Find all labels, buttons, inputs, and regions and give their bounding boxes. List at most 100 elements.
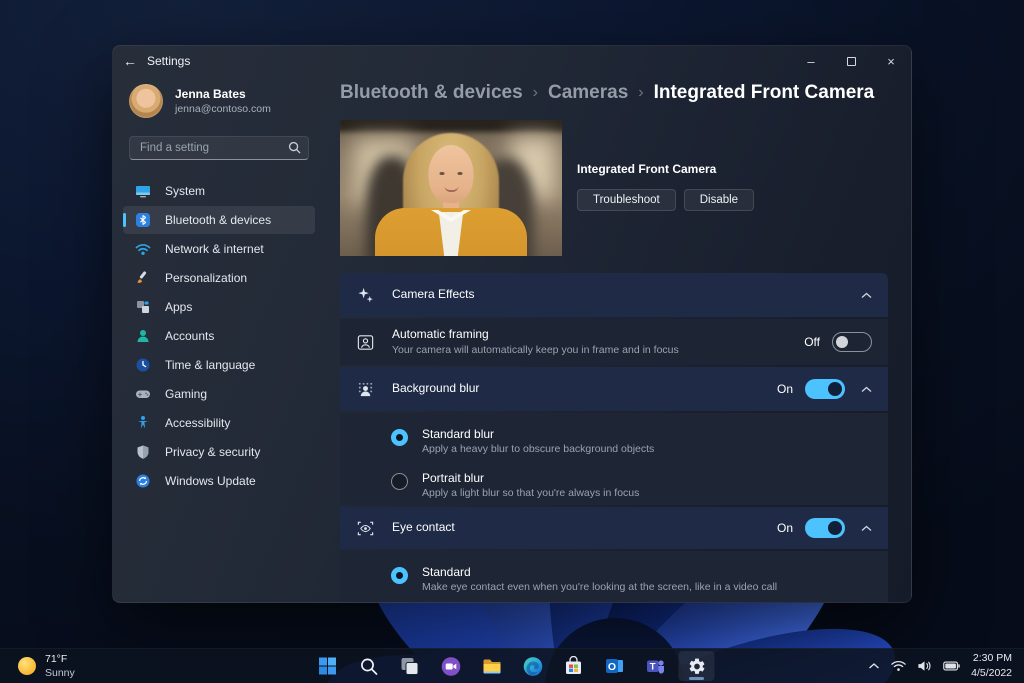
chevron-up-icon[interactable] [861, 386, 872, 393]
sidebar-item-label: Apps [165, 300, 192, 314]
settings-app-button[interactable] [679, 651, 715, 681]
eye-contact-standard-option[interactable]: Standard Make eye contact even when you'… [391, 564, 872, 595]
portrait-blur-option[interactable]: Portrait blur Apply a light blur so that… [391, 470, 872, 501]
page-title: Integrated Front Camera [654, 82, 875, 104]
chevron-up-icon[interactable] [861, 525, 872, 532]
sun-icon [18, 657, 36, 675]
windows-update-icon [135, 473, 151, 489]
file-explorer-button[interactable] [474, 651, 510, 681]
search-input[interactable] [129, 136, 309, 160]
portrait-blur-title: Portrait blur [422, 470, 639, 487]
file-explorer-icon [481, 656, 502, 677]
sidebar-item-system[interactable]: System [123, 177, 315, 205]
privacy-icon [135, 444, 151, 460]
minimize-button[interactable]: – [791, 46, 831, 76]
taskbar-clock[interactable]: 2:30 PM 4/5/2022 [971, 651, 1012, 680]
sidebar-item-windows-update[interactable]: Windows Update [123, 467, 315, 495]
battery-icon[interactable] [943, 661, 960, 671]
chevron-up-icon[interactable] [861, 292, 872, 299]
settings-window: ← Settings – × Jenna Bates jenna@contoso… [112, 45, 912, 603]
user-name: Jenna Bates [175, 87, 271, 103]
sidebar-item-privacy-security[interactable]: Privacy & security [123, 438, 315, 466]
back-button[interactable]: ← [113, 46, 147, 76]
eye-contact-toggle[interactable] [805, 518, 845, 538]
breadcrumb-cameras[interactable]: Cameras [548, 82, 628, 104]
background-blur-toggle[interactable] [805, 379, 845, 399]
camera-app-icon [440, 656, 461, 677]
sidebar-item-gaming[interactable]: Gaming [123, 380, 315, 408]
teams-icon: T [646, 656, 666, 676]
gaming-icon [135, 386, 151, 402]
weather-widget[interactable]: 71°F Sunny [10, 649, 83, 683]
camera-preview [340, 120, 562, 256]
automatic-framing-row[interactable]: Automatic framing Your camera will autom… [340, 319, 888, 365]
sidebar-item-accounts[interactable]: Accounts [123, 322, 315, 350]
camera-effects-header[interactable]: Camera Effects [340, 273, 888, 317]
volume-icon[interactable] [917, 660, 932, 672]
disable-button[interactable]: Disable [684, 189, 754, 211]
sidebar-item-accessibility[interactable]: Accessibility [123, 409, 315, 437]
close-button[interactable]: × [871, 46, 911, 76]
troubleshoot-button[interactable]: Troubleshoot [577, 189, 676, 211]
window-title: Settings [147, 54, 190, 68]
start-button[interactable] [310, 651, 346, 681]
background-blur-state: On [777, 382, 793, 396]
sidebar-item-time-language[interactable]: Time & language [123, 351, 315, 379]
breadcrumb-bluetooth-devices[interactable]: Bluetooth & devices [340, 82, 523, 104]
standard-blur-title: Standard blur [422, 426, 654, 443]
taskbar: 71°F Sunny [0, 648, 1024, 683]
apps-icon [135, 299, 151, 315]
eye-contact-state: On [777, 521, 793, 535]
outlook-icon: O [605, 656, 625, 676]
background-blur-header[interactable]: Background blur On [340, 367, 888, 411]
breadcrumb: Bluetooth & devices › Cameras › Integrat… [340, 82, 874, 104]
sidebar-item-label: System [165, 184, 205, 198]
personalization-icon [135, 270, 151, 286]
eye-contact-standard-title: Standard [422, 564, 777, 581]
eye-contact-standard-radio[interactable] [391, 567, 408, 584]
sidebar-nav: System Bluetooth & devices Network & int… [123, 177, 315, 495]
hidden-icons-chevron-icon[interactable] [868, 662, 880, 670]
portrait-blur-description: Apply a light blur so that you're always… [422, 487, 639, 501]
user-profile[interactable]: Jenna Bates jenna@contoso.com [129, 84, 309, 118]
settings-list: Camera Effects Automatic framing Your ca… [340, 273, 888, 603]
sidebar-item-bluetooth-devices[interactable]: Bluetooth & devices [123, 206, 315, 234]
eye-contact-header[interactable]: Eye contact On [340, 507, 888, 549]
svg-text:O: O [608, 661, 616, 673]
portrait-blur-radio[interactable] [391, 473, 408, 490]
sidebar-item-apps[interactable]: Apps [123, 293, 315, 321]
task-view-button[interactable] [392, 651, 428, 681]
network-icon [135, 241, 151, 257]
sidebar-item-label: Personalization [165, 271, 247, 285]
system-tray: 2:30 PM 4/5/2022 [868, 649, 1018, 683]
sidebar-item-personalization[interactable]: Personalization [123, 264, 315, 292]
wifi-icon[interactable] [891, 660, 906, 672]
automatic-framing-state: Off [804, 335, 820, 349]
edge-button[interactable] [515, 651, 551, 681]
camera-effects-label: Camera Effects [392, 286, 474, 303]
microsoft-store-button[interactable] [556, 651, 592, 681]
svg-text:T: T [650, 662, 656, 673]
teams-button[interactable]: T [638, 651, 674, 681]
time-language-icon [135, 357, 151, 373]
microsoft-store-icon [564, 656, 584, 676]
maximize-button[interactable] [831, 46, 871, 76]
taskbar-search-button[interactable] [351, 651, 387, 681]
standard-blur-radio[interactable] [391, 429, 408, 446]
breadcrumb-separator: › [638, 84, 643, 102]
back-arrow-icon: ← [123, 53, 137, 69]
sidebar-item-label: Gaming [165, 387, 207, 401]
accessibility-icon [135, 415, 151, 431]
eye-contact-standard-description: Make eye contact even when you're lookin… [422, 581, 777, 595]
background-blur-title: Background blur [392, 380, 479, 397]
outlook-button[interactable]: O [597, 651, 633, 681]
automatic-framing-toggle[interactable] [832, 332, 872, 352]
eye-contact-options: Standard Make eye contact even when you'… [340, 551, 888, 603]
system-icon [135, 183, 151, 199]
sidebar-item-network-internet[interactable]: Network & internet [123, 235, 315, 263]
sidebar: Jenna Bates jenna@contoso.com System Blu… [113, 76, 325, 602]
background-blur-options: Standard blur Apply a heavy blur to obsc… [340, 413, 888, 505]
standard-blur-option[interactable]: Standard blur Apply a heavy blur to obsc… [391, 426, 872, 457]
camera-app-button[interactable] [433, 651, 469, 681]
sidebar-item-label: Network & internet [165, 242, 264, 256]
